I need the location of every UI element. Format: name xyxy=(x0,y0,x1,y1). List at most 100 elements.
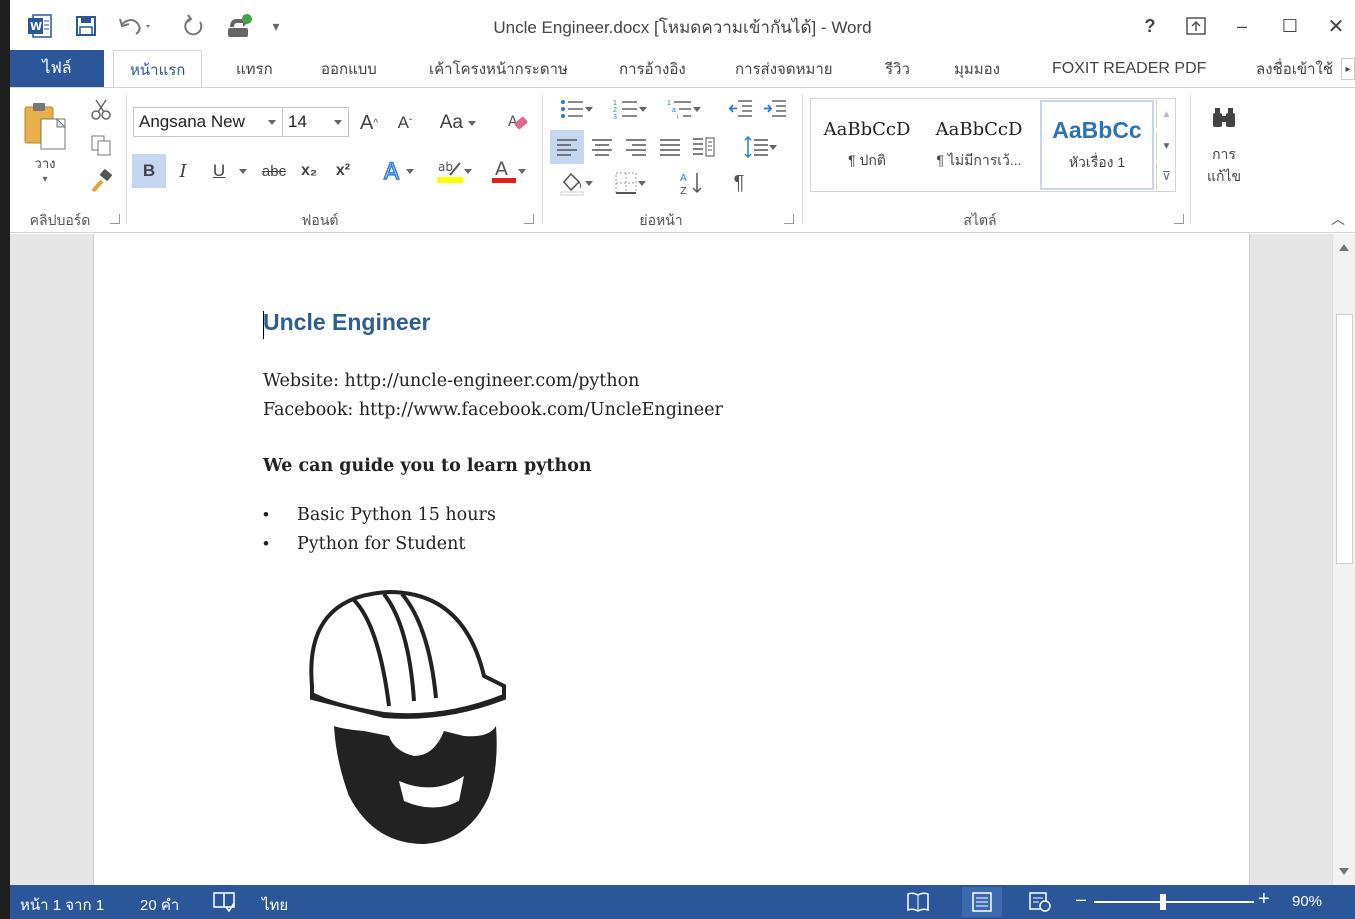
font-dialog-launcher-icon[interactable] xyxy=(524,214,534,224)
tab-mailings[interactable]: การส่งจดหมาย xyxy=(735,50,833,87)
undo-icon[interactable] xyxy=(116,12,156,40)
zoom-in-button[interactable]: + xyxy=(1258,888,1270,911)
styles-dialog-launcher-icon[interactable] xyxy=(1174,214,1184,224)
subscript-button[interactable]: x₂ xyxy=(294,154,324,188)
zoom-level[interactable]: 90% xyxy=(1292,893,1322,910)
line-spacing-button[interactable] xyxy=(736,130,784,164)
print-layout-icon[interactable] xyxy=(962,887,1002,917)
doc-website[interactable]: Website: http://uncle-engineer.com/pytho… xyxy=(263,371,639,391)
sort-icon[interactable]: AZ xyxy=(676,166,706,200)
save-icon[interactable] xyxy=(72,12,100,40)
doc-heading[interactable]: Uncle Engineer xyxy=(263,309,430,336)
font-color-button[interactable]: A xyxy=(484,154,532,188)
paste-button[interactable]: วาง ▾ xyxy=(20,98,70,188)
help-button[interactable]: ? xyxy=(1132,12,1168,40)
web-layout-icon[interactable] xyxy=(1028,891,1052,917)
strikethrough-button[interactable]: abc xyxy=(256,154,292,188)
styles-more-icon[interactable]: ⊽ xyxy=(1156,162,1176,190)
tab-review[interactable]: รีวิว xyxy=(885,50,910,87)
tab-file[interactable]: ไฟล์ xyxy=(10,50,104,87)
paste-dropdown-icon[interactable]: ▾ xyxy=(42,174,47,185)
align-left-button[interactable] xyxy=(550,130,584,164)
document-page[interactable]: Uncle Engineer Website: http://uncle-eng… xyxy=(93,234,1250,885)
word-count[interactable]: 20 คำ xyxy=(140,893,179,917)
maximize-button[interactable]: ☐ xyxy=(1272,12,1308,40)
underline-button[interactable]: U xyxy=(204,154,234,188)
styles-scroll-up-icon[interactable]: ▲ xyxy=(1156,100,1176,128)
tab-design[interactable]: ออกแบบ xyxy=(321,50,377,87)
zoom-slider-thumb[interactable] xyxy=(1160,894,1166,910)
zoom-out-button[interactable]: – xyxy=(1076,889,1086,910)
superscript-button[interactable]: x² xyxy=(328,154,358,188)
scroll-up-icon[interactable] xyxy=(1337,240,1351,254)
shrink-font-icon[interactable]: Aˇ xyxy=(392,108,418,138)
zoom-slider-track[interactable] xyxy=(1094,901,1254,903)
align-center-button[interactable] xyxy=(586,130,618,164)
increase-indent-icon[interactable] xyxy=(760,94,790,124)
font-name-dropdown-icon[interactable] xyxy=(268,120,276,125)
multilevel-list-button[interactable]: 1ai xyxy=(660,94,708,124)
font-name-combo[interactable]: Angsana New xyxy=(133,107,283,137)
style-normal[interactable]: AaBbCcD ¶ ปกติ xyxy=(812,100,922,190)
tab-references[interactable]: การอ้างอิง xyxy=(619,50,686,87)
clipboard-dialog-launcher-icon[interactable] xyxy=(110,214,120,224)
format-painter-icon[interactable] xyxy=(88,168,114,194)
bullet-icon: • xyxy=(263,534,269,553)
read-mode-icon[interactable] xyxy=(906,891,930,917)
vertical-scrollbar[interactable] xyxy=(1332,234,1355,885)
change-case-button[interactable]: Aa xyxy=(434,108,482,138)
doc-guide-text[interactable]: We can guide you to learn python xyxy=(263,456,592,476)
italic-button[interactable]: I xyxy=(168,154,198,188)
highlight-color-button[interactable]: ab xyxy=(430,154,478,188)
bullets-button[interactable] xyxy=(552,94,600,124)
doc-bullet-2[interactable]: Python for Student xyxy=(297,534,465,554)
style-no-spacing[interactable]: AaBbCcD ¶ ไม่มีการเว้... xyxy=(924,100,1034,190)
numbering-button[interactable]: 123 xyxy=(606,94,654,124)
touch-mode-icon[interactable] xyxy=(224,12,256,40)
align-right-button[interactable] xyxy=(620,130,652,164)
customize-qat-icon[interactable]: ▾ xyxy=(266,12,286,40)
tab-page-layout[interactable]: เค้าโครงหน้ากระดาษ xyxy=(429,50,568,87)
svg-text:A: A xyxy=(495,158,508,180)
bold-button[interactable]: B xyxy=(132,154,166,188)
proofing-icon[interactable] xyxy=(212,891,236,917)
scroll-down-icon[interactable] xyxy=(1337,864,1351,878)
scroll-thumb[interactable] xyxy=(1336,314,1353,564)
tab-insert[interactable]: แทรก xyxy=(236,50,273,87)
paragraph-dialog-launcher-icon[interactable] xyxy=(784,214,794,224)
justify-button[interactable] xyxy=(654,130,686,164)
close-button[interactable]: ✕ xyxy=(1318,12,1354,40)
tab-view[interactable]: มุมมอง xyxy=(954,50,1000,87)
tab-foxit-reader-pdf[interactable]: FOXIT READER PDF xyxy=(1052,50,1206,87)
ribbon-display-options-icon[interactable] xyxy=(1178,12,1214,40)
copy-icon[interactable] xyxy=(88,132,114,158)
tab-home[interactable]: หน้าแรก xyxy=(113,50,203,88)
editing-button[interactable]: การ แก้ไข xyxy=(1200,98,1248,192)
underline-dropdown-icon[interactable] xyxy=(236,154,250,188)
sign-in-link[interactable]: ลงชื่อเข้าใช้ xyxy=(1256,50,1333,87)
thai-distributed-icon[interactable] xyxy=(688,130,720,164)
text-effects-button[interactable]: A xyxy=(376,154,420,188)
borders-button[interactable] xyxy=(606,166,654,200)
redo-icon[interactable] xyxy=(180,12,208,40)
collapse-ribbon-icon[interactable]: ︿ xyxy=(1328,210,1348,228)
font-size-dropdown-icon[interactable] xyxy=(334,120,342,125)
borders-dropdown-icon xyxy=(638,180,646,186)
grow-font-icon[interactable]: A ^ xyxy=(356,108,382,138)
cut-icon[interactable] xyxy=(88,96,114,122)
decrease-indent-icon[interactable] xyxy=(726,94,756,124)
style-heading-1[interactable]: AaBbCc หัวเรื่อง 1 xyxy=(1040,100,1154,190)
minimize-button[interactable]: – xyxy=(1224,12,1260,40)
styles-scroll-down-icon[interactable]: ▼ xyxy=(1156,132,1176,160)
page-count[interactable]: หน้า 1 จาก 1 xyxy=(20,893,104,917)
word-logo-icon[interactable]: W xyxy=(26,12,54,40)
show-formatting-marks-icon[interactable]: ¶ xyxy=(724,166,754,200)
doc-facebook[interactable]: Facebook: http://www.facebook.com/UncleE… xyxy=(263,400,723,420)
language-indicator[interactable]: ไทย xyxy=(262,893,288,917)
clear-formatting-icon[interactable]: A xyxy=(504,108,532,138)
doc-bullet-1[interactable]: Basic Python 15 hours xyxy=(297,505,496,525)
font-size-combo[interactable]: 14 xyxy=(282,107,349,137)
shading-button[interactable] xyxy=(552,166,600,200)
tabs-scroll-right-icon[interactable]: ▸ xyxy=(1341,58,1355,80)
engineer-helmet-image[interactable] xyxy=(294,586,514,848)
